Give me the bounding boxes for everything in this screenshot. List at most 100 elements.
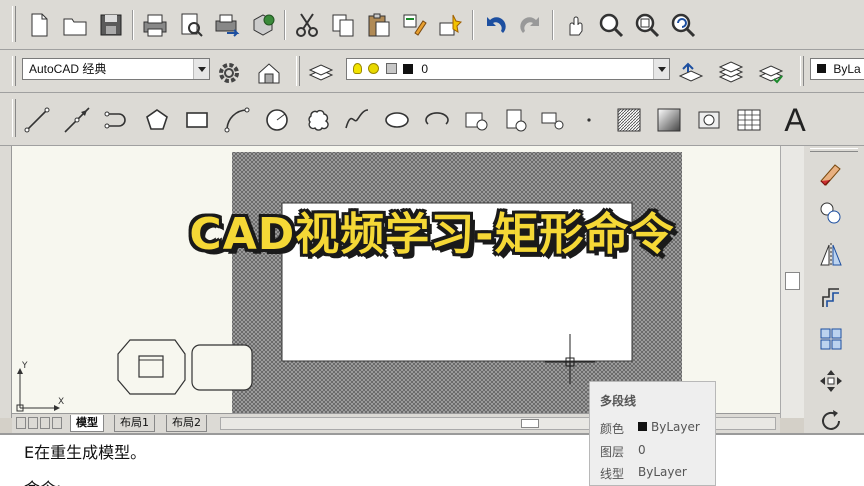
- multiline-text-icon[interactable]: A: [780, 102, 810, 138]
- save-icon[interactable]: [96, 10, 126, 40]
- properties-tooltip: 多段线 颜色 ByLayer 图层 0 线型 ByLayer: [589, 381, 716, 486]
- redo-icon[interactable]: [516, 10, 546, 40]
- spline-icon[interactable]: [342, 105, 372, 135]
- layer-state-icon[interactable]: [756, 58, 786, 88]
- print-preview-icon[interactable]: [176, 10, 206, 40]
- point-style-icon[interactable]: [538, 105, 568, 135]
- erase-icon[interactable]: [816, 158, 846, 188]
- tooltip-layer-row: 图层 0: [600, 443, 646, 460]
- tooltip-label: 颜色: [600, 422, 625, 436]
- tab-nav-last[interactable]: [52, 417, 62, 429]
- match-properties-icon[interactable]: [400, 10, 430, 40]
- toolbar-grip[interactable]: [810, 148, 858, 152]
- paste-icon[interactable]: [364, 10, 394, 40]
- lock-icon[interactable]: [385, 63, 397, 74]
- toolbar-grip[interactable]: [296, 56, 300, 86]
- rotate-icon[interactable]: [816, 406, 846, 436]
- offset-icon[interactable]: [816, 282, 846, 312]
- toolbar-separator: [132, 10, 134, 40]
- workspace-settings-icon[interactable]: [254, 58, 284, 88]
- tooltip-value: ByLayer: [651, 420, 700, 434]
- toolbar-grip[interactable]: [800, 56, 804, 86]
- text-tool-label: A: [784, 101, 806, 138]
- tooltip-value: 0: [638, 443, 646, 457]
- workspace-dropdown[interactable]: AutoCAD 经典: [22, 58, 210, 80]
- cut-icon[interactable]: [292, 10, 322, 40]
- gradient-icon[interactable]: [654, 105, 684, 135]
- zoom-window-icon[interactable]: [632, 10, 662, 40]
- tooltip-label: 图层: [600, 445, 625, 459]
- inner-square-shape[interactable]: [138, 355, 164, 378]
- tab-layout1[interactable]: 布局1: [114, 415, 155, 432]
- toolbar-separator: [284, 10, 286, 40]
- make-block-icon[interactable]: [502, 105, 532, 135]
- standard-toolbar: [0, 0, 864, 50]
- ellipse-icon[interactable]: [382, 105, 412, 135]
- chevron-down-icon[interactable]: [193, 59, 209, 79]
- line-icon[interactable]: [22, 105, 52, 135]
- scroll-thumb[interactable]: [521, 419, 539, 428]
- zoom-realtime-icon[interactable]: [596, 10, 626, 40]
- video-title-overlay: CAD视频学习-矩形命令: [189, 209, 675, 260]
- command-prompt[interactable]: 命令:: [24, 475, 61, 486]
- sun-icon[interactable]: [368, 63, 380, 74]
- tab-layout2[interactable]: 布局2: [166, 415, 207, 432]
- rounded-rect-shape[interactable]: [191, 344, 253, 391]
- color-swatch-icon: [817, 64, 826, 73]
- publish-icon[interactable]: [212, 10, 242, 40]
- tab-nav-first[interactable]: [16, 417, 26, 429]
- chevron-down-icon[interactable]: [653, 59, 669, 79]
- toolbar-separator: [552, 10, 554, 40]
- polygon-icon[interactable]: [142, 105, 172, 135]
- scroll-thumb[interactable]: [785, 272, 800, 290]
- table-icon[interactable]: [734, 105, 764, 135]
- linetype-dropdown[interactable]: ByLa: [810, 58, 864, 80]
- color-swatch-icon: [403, 64, 414, 74]
- tooltip-title: 多段线: [600, 394, 637, 408]
- left-edge: [0, 146, 12, 418]
- insert-block-icon[interactable]: [462, 105, 492, 135]
- zoom-previous-icon[interactable]: [668, 10, 698, 40]
- arc-icon[interactable]: [222, 105, 252, 135]
- lightbulb-icon[interactable]: [353, 63, 362, 74]
- copy-icon[interactable]: [328, 10, 358, 40]
- layer-manager-icon[interactable]: [306, 58, 336, 88]
- vertical-scrollbar[interactable]: [780, 146, 804, 418]
- circle-icon[interactable]: [262, 105, 292, 135]
- ellipse-arc-icon[interactable]: [422, 105, 452, 135]
- point-icon[interactable]: [574, 105, 604, 135]
- print-icon[interactable]: [140, 10, 170, 40]
- polyline-icon[interactable]: [102, 105, 132, 135]
- draw-toolbar: A: [0, 93, 864, 146]
- workspace-value: AutoCAD 经典: [29, 62, 107, 76]
- toolbar-grip[interactable]: [12, 56, 16, 86]
- hatch-icon[interactable]: [614, 105, 644, 135]
- toolbar-grip[interactable]: [12, 6, 16, 42]
- array-icon[interactable]: [816, 324, 846, 354]
- tooltip-color-row: 颜色 ByLayer: [600, 420, 700, 437]
- gear-icon[interactable]: [214, 58, 244, 88]
- move-icon[interactable]: [816, 366, 846, 396]
- drawing-canvas[interactable]: Y X: [12, 146, 780, 413]
- toolbar-grip[interactable]: [12, 99, 16, 137]
- layer-previous-icon[interactable]: [716, 58, 746, 88]
- rectangle-icon[interactable]: [182, 105, 212, 135]
- construction-line-icon[interactable]: [62, 105, 92, 135]
- revision-cloud-icon[interactable]: [302, 105, 332, 135]
- drawing-svg: Y X: [16, 152, 682, 413]
- command-line[interactable]: E在重生成模型。 命令:: [0, 433, 864, 486]
- tab-nav-prev[interactable]: [28, 417, 38, 429]
- pan-icon[interactable]: [560, 10, 590, 40]
- region-icon[interactable]: [694, 105, 724, 135]
- block-editor-icon[interactable]: [436, 10, 466, 40]
- layer-dropdown[interactable]: 0: [346, 58, 670, 80]
- open-folder-icon[interactable]: [60, 10, 90, 40]
- new-file-icon[interactable]: [24, 10, 54, 40]
- undo-icon[interactable]: [480, 10, 510, 40]
- toolbar-separator: [472, 10, 474, 40]
- color-swatch-icon: [638, 422, 647, 431]
- tab-model[interactable]: 模型: [70, 415, 104, 432]
- publish-3d-icon[interactable]: [248, 10, 278, 40]
- make-current-layer-icon[interactable]: [676, 58, 706, 88]
- tab-nav-next[interactable]: [40, 417, 50, 429]
